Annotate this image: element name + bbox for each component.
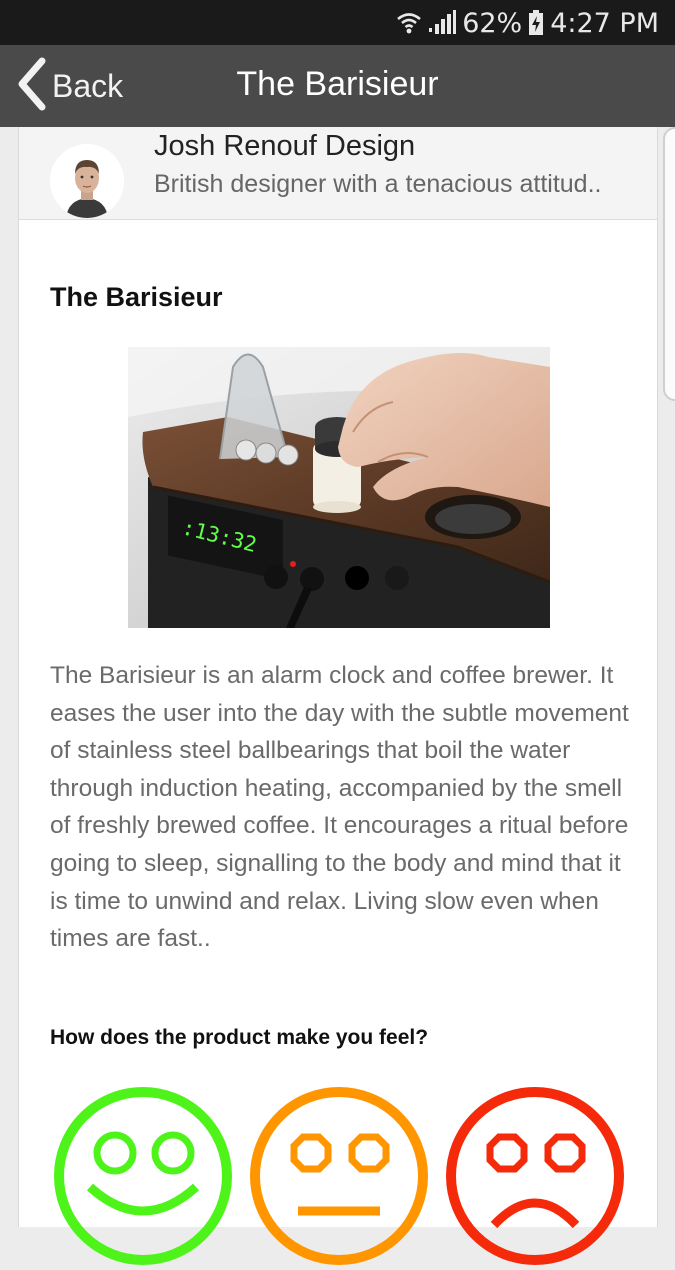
article-body: The Barisieur is an alarm clock and coff… xyxy=(50,662,629,953)
sad-face-icon xyxy=(446,1087,624,1265)
feedback-question: How does the product make you feel? xyxy=(50,1026,429,1049)
status-bar: 62% 4:27 PM xyxy=(0,0,675,45)
product-photo: :13:32 xyxy=(128,347,550,628)
carousel-dot-active[interactable] xyxy=(345,566,369,590)
status-icons: 62% 4:27 PM xyxy=(396,6,659,40)
edge-panel-handle[interactable] xyxy=(663,127,675,401)
avatar[interactable] xyxy=(50,144,124,218)
neutral-face-icon xyxy=(250,1087,428,1265)
wifi-icon xyxy=(396,10,422,36)
nav-bar: Back The Barisieur xyxy=(0,45,675,127)
author-header[interactable]: Josh Renouf Design British designer with… xyxy=(19,127,657,220)
product-image-carousel[interactable]: :13:32 xyxy=(128,347,550,628)
sad-face-button[interactable] xyxy=(444,1085,626,1270)
page-title: The Barisieur xyxy=(236,65,439,103)
article-title: The Barisieur xyxy=(50,282,223,312)
happy-face-button[interactable] xyxy=(52,1085,234,1270)
author-name: Josh Renouf Design xyxy=(154,130,416,162)
battery-icon xyxy=(528,10,544,36)
smile-icon xyxy=(54,1087,232,1265)
signal-icon xyxy=(428,10,457,36)
article-card: Josh Renouf Design British designer with… xyxy=(18,127,658,1265)
neutral-face-button[interactable] xyxy=(248,1085,430,1270)
author-bio: British designer with a tenacious attitu… xyxy=(154,170,602,198)
clock-time: 4:27 PM xyxy=(550,7,659,39)
carousel-dot[interactable] xyxy=(385,566,409,590)
battery-percent: 62% xyxy=(462,7,523,39)
